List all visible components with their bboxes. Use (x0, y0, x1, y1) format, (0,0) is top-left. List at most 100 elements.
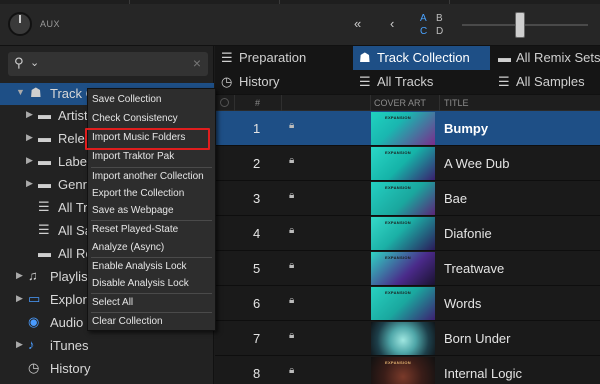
favorite-all-samples[interactable]: ☰ All Samples (492, 70, 600, 94)
expand-arrow-icon[interactable]: ▼ (16, 87, 25, 97)
lock-icon: 🔒︎ (289, 260, 295, 271)
menu-item-disable-analysis-lock[interactable]: Disable Analysis Lock (88, 275, 215, 293)
music-note-icon: ♪ (28, 337, 35, 352)
search-input[interactable]: ⚲ ⌄ × (8, 52, 208, 76)
track-number: 2 (253, 156, 261, 171)
expand-arrow-icon[interactable]: ▶ (26, 178, 33, 189)
deck-a-button[interactable]: A (420, 13, 427, 24)
cover-art: EXPANSION (371, 182, 435, 215)
lock-icon: 🔒︎ (289, 120, 295, 131)
cover-art: EXPANSION (371, 217, 435, 250)
top-bar: AUX « ‹ A B C D (0, 0, 600, 46)
expand-arrow-icon[interactable]: ▶ (26, 132, 33, 143)
menu-item-check-consistency[interactable]: Check Consistency (88, 110, 215, 128)
favorites-row-2: ◷ History ☰ All Tracks ☰ All Samples (215, 70, 600, 94)
menu-item-enable-analysis-lock[interactable]: Enable Analysis Lock (88, 258, 215, 276)
crossfader-handle[interactable] (515, 12, 525, 38)
favorite-track-collection[interactable]: ☗ Track Collection (353, 46, 490, 70)
table-row[interactable]: 2 🔒︎ EXPANSION A Wee Dub (215, 146, 600, 181)
audio-icon: ◉ (28, 314, 40, 329)
folder-icon: ▬ (38, 176, 51, 191)
deck-d-button[interactable]: D (436, 26, 443, 37)
track-title: Internal Logic (444, 366, 523, 381)
column-divider (439, 95, 440, 111)
favorite-preparation[interactable]: ☰ Preparation (215, 46, 350, 70)
expand-arrow-icon[interactable]: ▶ (16, 339, 23, 350)
track-title: Bumpy (444, 121, 489, 136)
crossfader-track (462, 24, 588, 26)
deck-b-button[interactable]: B (436, 13, 443, 24)
menu-item-import-traktor-pak[interactable]: Import Traktor Pak (88, 148, 215, 166)
table-row[interactable]: 3 🔒︎ EXPANSION Bae (215, 181, 600, 216)
highlight-box (85, 128, 210, 150)
table-row[interactable]: 7 🔒︎ Born Under (215, 321, 600, 356)
tree-item-history[interactable]: ◷ History (0, 358, 214, 380)
cover-art (371, 322, 435, 355)
lock-icon: 🔒︎ (289, 330, 295, 341)
menu-item-save-collection[interactable]: Save Collection (88, 91, 215, 109)
expand-arrow-icon[interactable]: ▶ (16, 270, 23, 281)
column-header-number[interactable]: # (255, 98, 260, 108)
track-number: 3 (253, 191, 261, 206)
track-title: Bae (444, 191, 468, 206)
nav-prev-button[interactable]: ‹ (390, 16, 394, 31)
table-header: # COVER ART TITLE (215, 95, 600, 111)
cover-art-text: EXPANSION (385, 220, 411, 225)
cover-art: EXPANSION (371, 287, 435, 320)
column-header-title[interactable]: TITLE (444, 98, 469, 108)
favorite-label: Preparation (239, 50, 307, 65)
chevron-down-icon[interactable]: ⌄ (30, 56, 39, 69)
track-number: 6 (253, 296, 261, 311)
menu-item-analyze-async[interactable]: Analyze (Async) (88, 239, 215, 257)
favorite-all-tracks[interactable]: ☰ All Tracks (353, 70, 490, 94)
lock-icon: 🔒︎ (289, 295, 295, 306)
list-icon: ☰ (38, 199, 50, 214)
expand-arrow-icon[interactable]: ▶ (16, 293, 23, 304)
cover-art-text: EXPANSION (385, 115, 411, 120)
nav-first-button[interactable]: « (354, 16, 361, 31)
favorite-label: History (239, 74, 280, 89)
aux-label: AUX (40, 19, 61, 29)
menu-item-save-as-webpage[interactable]: Save as Webpage (88, 202, 215, 220)
menu-item-clear-collection[interactable]: Clear Collection (88, 313, 215, 331)
menu-item-select-all[interactable]: Select All (88, 294, 215, 312)
cover-art-text: EXPANSION (385, 290, 411, 295)
list-icon: ☰ (38, 222, 50, 237)
table-row[interactable]: 1 🔒︎ EXPANSION Bumpy (215, 111, 600, 146)
list-icon: ☰ (359, 74, 371, 89)
strip-segment (0, 0, 130, 4)
menu-item-reset-played-state[interactable]: Reset Played-State (88, 221, 215, 239)
favorite-history[interactable]: ◷ History (215, 70, 350, 94)
favorite-all-remix-sets[interactable]: ▬ All Remix Sets (492, 46, 600, 70)
tree-item-itunes[interactable]: ▶ ♪ iTunes (0, 335, 214, 357)
track-title: Diafonie (444, 226, 492, 241)
menu-item-export-collection[interactable]: Export the Collection (88, 185, 215, 203)
lock-icon: 🔒︎ (289, 155, 295, 166)
track-number: 4 (253, 226, 261, 241)
deck-c-button[interactable]: C (420, 26, 427, 37)
expand-arrow-icon[interactable]: ▶ (26, 109, 33, 120)
close-icon[interactable]: × (193, 55, 201, 71)
menu-item-import-another-collection[interactable]: Import another Collection (88, 168, 215, 186)
table-row[interactable]: 8 🔒︎ EXPANSION Internal Logic (215, 356, 600, 384)
track-number: 5 (253, 261, 261, 276)
folder-icon: ▬ (38, 153, 51, 168)
track-number: 1 (253, 121, 261, 136)
top-strip (0, 0, 600, 4)
track-title: Treatwave (444, 261, 505, 276)
cover-art: EXPANSION (371, 357, 435, 384)
cover-art-text: EXPANSION (385, 255, 411, 260)
prelisten-column-header[interactable] (220, 98, 229, 107)
clock-icon: ◷ (221, 74, 233, 89)
cover-art: EXPANSION (371, 147, 435, 180)
table-row[interactable]: 6 🔒︎ EXPANSION Words (215, 286, 600, 321)
expand-arrow-icon[interactable]: ▶ (26, 155, 33, 166)
column-header-cover-art[interactable]: COVER ART (374, 98, 426, 108)
cover-art-text: EXPANSION (385, 150, 411, 155)
strip-segment (280, 0, 450, 4)
playlist-icon: ♫ (28, 268, 38, 283)
lock-icon: 🔒︎ (289, 225, 295, 236)
aux-volume-knob[interactable] (8, 12, 32, 36)
table-row[interactable]: 5 🔒︎ EXPANSION Treatwave (215, 251, 600, 286)
table-row[interactable]: 4 🔒︎ EXPANSION Diafonie (215, 216, 600, 251)
